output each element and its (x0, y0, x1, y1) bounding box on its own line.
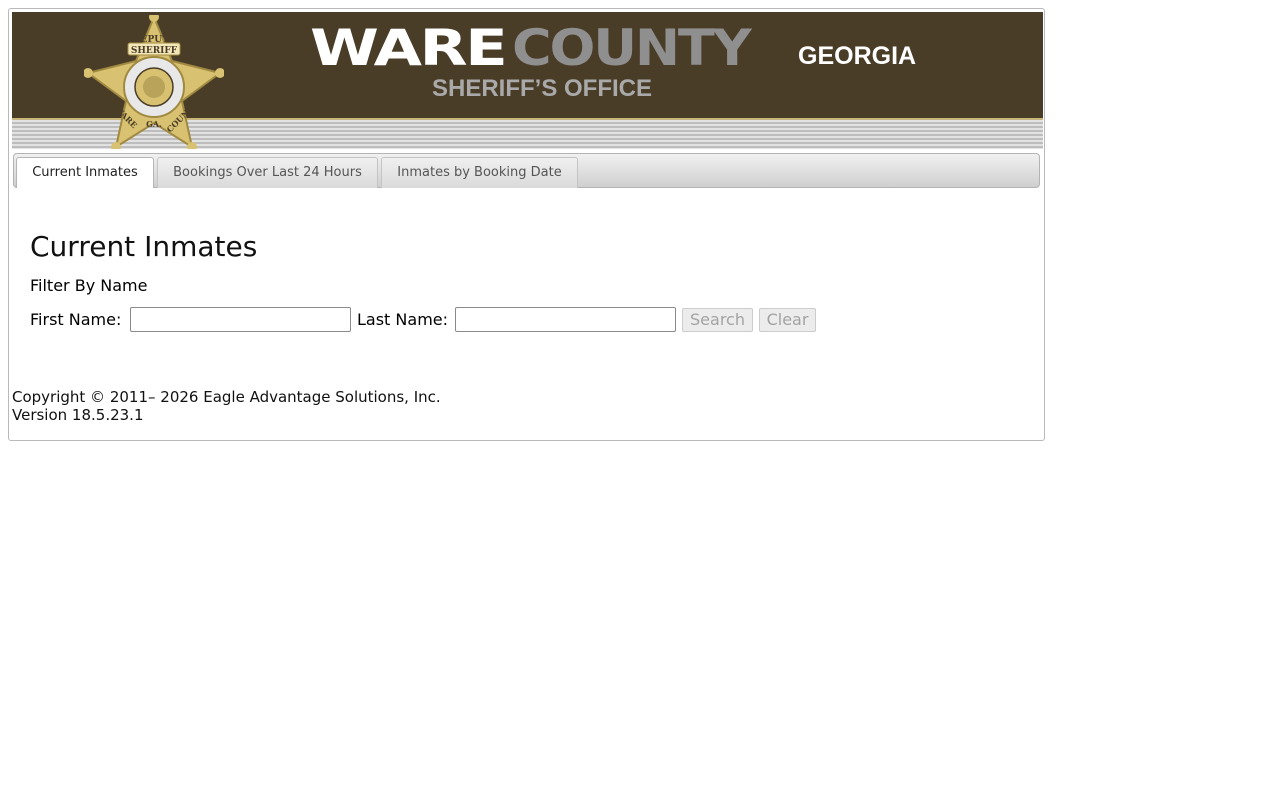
banner-title-office: SHERIFF’S OFFICE (432, 75, 653, 102)
first-name-label: First Name: (30, 310, 122, 329)
version-text: Version 18.5.23.1 (12, 406, 144, 424)
banner-title-state: GEORGIA (798, 42, 917, 70)
tab-current-inmates[interactable]: Current Inmates (16, 157, 154, 188)
filter-by-name-label: Filter By Name (30, 276, 148, 295)
page-frame: DEPUTY SHERIFF WARE GA. COUNTY WARE COUN… (8, 8, 1045, 441)
last-name-label: Last Name: (357, 310, 449, 329)
footer: Copyright © 2011– 2026 Eagle Advantage S… (12, 388, 441, 424)
tab-inmates-by-booking-date[interactable]: Inmates by Booking Date (381, 157, 578, 188)
banner-title-ware: WARE (310, 19, 508, 77)
first-name-input[interactable] (130, 307, 351, 332)
last-name-input[interactable] (455, 307, 676, 332)
badge-text-mid: GA. (146, 119, 162, 129)
page-title: Current Inmates (30, 230, 258, 263)
badge-text-ribbon: SHERIFF (131, 46, 178, 56)
banner-title-county: COUNTY (512, 19, 752, 77)
sheriff-badge-icon: DEPUTY SHERIFF WARE GA. COUNTY (84, 15, 224, 149)
header-banner: DEPUTY SHERIFF WARE GA. COUNTY WARE COUN… (12, 12, 1043, 149)
clear-button[interactable]: Clear (759, 308, 816, 332)
copyright-text: Copyright © 2011– 2026 Eagle Advantage S… (12, 388, 441, 406)
tab-bookings-last-24-hours[interactable]: Bookings Over Last 24 Hours (157, 157, 378, 188)
search-button[interactable]: Search (682, 308, 753, 332)
badge-text-top: DEPUTY (133, 35, 176, 45)
tab-bar: Current Inmates Bookings Over Last 24 Ho… (13, 153, 1040, 188)
